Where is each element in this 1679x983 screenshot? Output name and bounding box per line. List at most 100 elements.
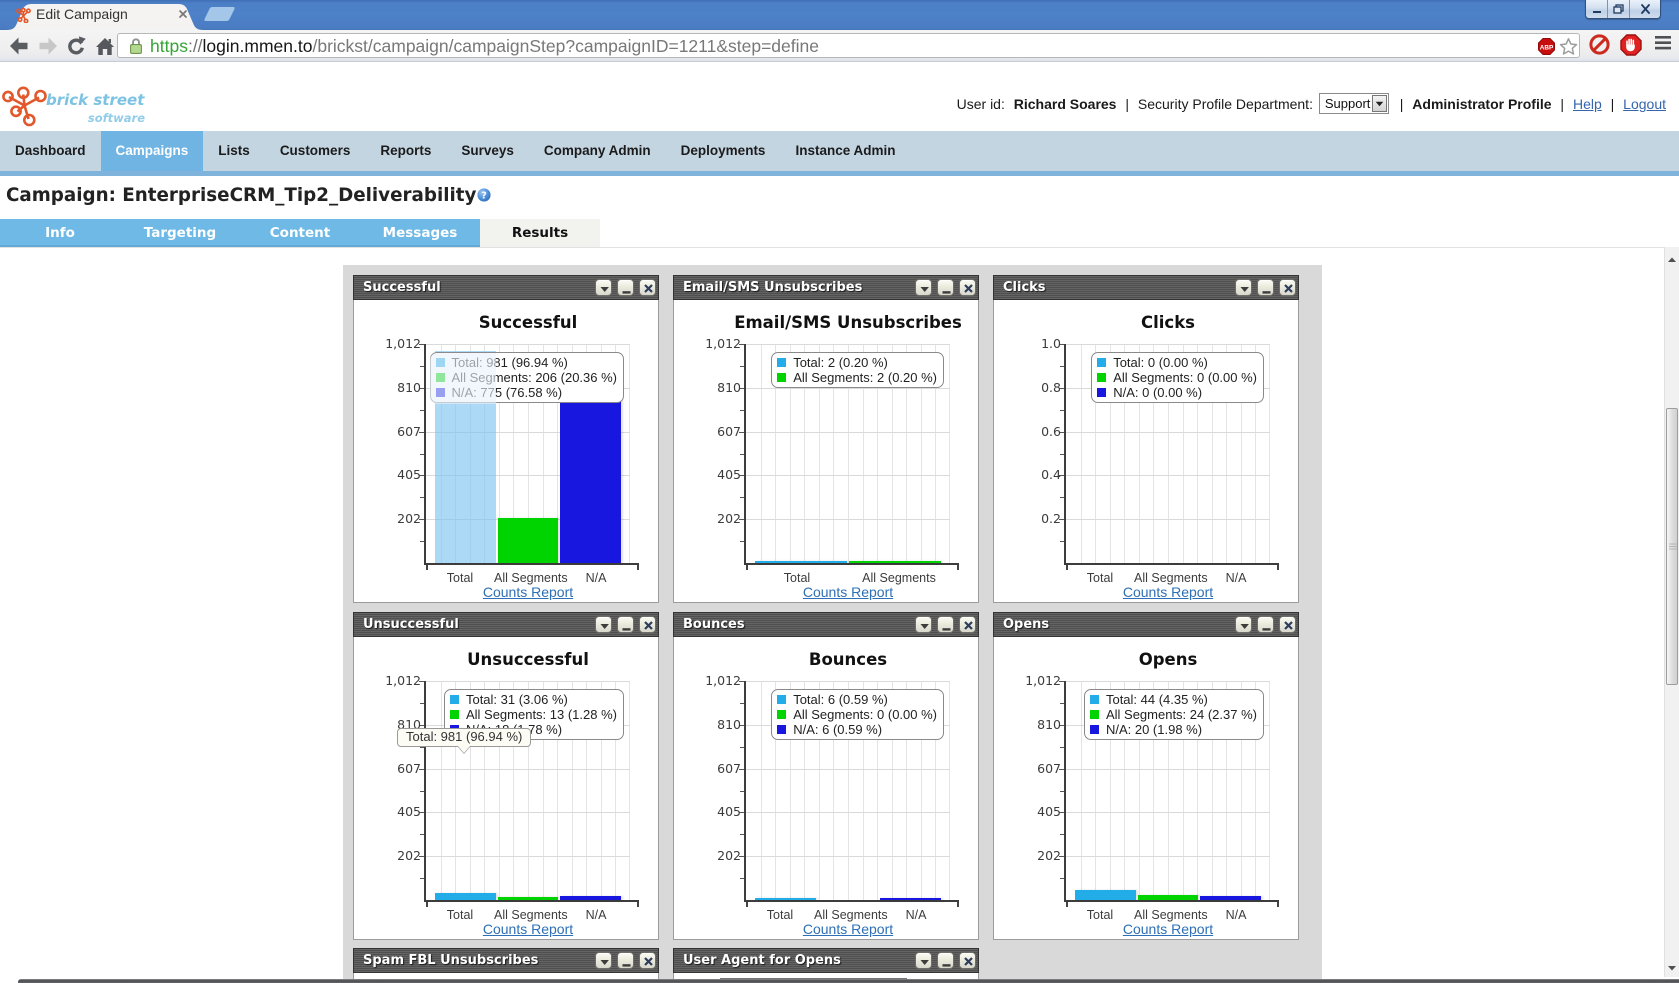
panel-menu-button[interactable] xyxy=(595,952,612,969)
bar-total[interactable] xyxy=(1075,890,1136,900)
counts-report-link[interactable]: Counts Report xyxy=(414,921,642,937)
nav-item-lists[interactable]: Lists xyxy=(203,131,265,176)
forward-button[interactable] xyxy=(35,33,61,59)
bar-total[interactable] xyxy=(755,898,816,900)
bar-total[interactable] xyxy=(755,561,847,563)
panel-titlebar[interactable]: Bounces xyxy=(673,612,979,637)
y-axis-label: 0.8 xyxy=(1003,380,1061,395)
lock-icon[interactable] xyxy=(129,37,143,56)
back-button[interactable] xyxy=(6,33,32,59)
scrollbar-down-arrow[interactable] xyxy=(1667,963,1677,973)
abp-extension-icon[interactable]: ABP xyxy=(1538,38,1555,55)
panel-close-button[interactable] xyxy=(959,952,976,969)
panel-minimize-button[interactable] xyxy=(617,279,634,296)
nav-item-instance-admin[interactable]: Instance Admin xyxy=(780,131,910,176)
help-icon[interactable]: ? xyxy=(477,188,491,202)
y-axis-label: 1,012 xyxy=(683,336,741,351)
bar-total[interactable] xyxy=(435,893,496,900)
panel-titlebar[interactable]: Unsuccessful xyxy=(353,612,659,637)
panel-menu-button[interactable] xyxy=(1235,279,1252,296)
panel-close-button[interactable] xyxy=(639,952,656,969)
panel-menu-button[interactable] xyxy=(915,952,932,969)
panel-minimize-button[interactable] xyxy=(1257,279,1274,296)
counts-report-link[interactable]: Counts Report xyxy=(1054,584,1282,600)
panel-titlebar[interactable]: Email/SMS Unsubscribes xyxy=(673,275,979,300)
panel-close-button[interactable] xyxy=(639,279,656,296)
tab-messages[interactable]: Messages xyxy=(360,219,480,247)
home-button[interactable] xyxy=(92,33,118,59)
menu-icon[interactable] xyxy=(1655,36,1671,50)
panel-close-button[interactable] xyxy=(639,616,656,633)
select-dropdown-button[interactable] xyxy=(1372,95,1387,112)
new-tab-button[interactable] xyxy=(204,7,236,21)
counts-report-link[interactable]: Counts Report xyxy=(734,921,962,937)
panel-minimize-button[interactable] xyxy=(1257,616,1274,633)
nav-item-surveys[interactable]: Surveys xyxy=(446,131,529,176)
panel-menu-button[interactable] xyxy=(595,616,612,633)
nav-item-dashboard[interactable]: Dashboard xyxy=(0,131,101,176)
bar-all-segments[interactable] xyxy=(498,897,559,900)
x-axis-label: All Segments xyxy=(848,571,950,585)
content-scrollbar[interactable] xyxy=(1664,247,1679,977)
bar-n-a[interactable] xyxy=(880,898,941,900)
panel-menu-button[interactable] xyxy=(915,616,932,633)
window-controls xyxy=(1585,0,1661,19)
tab-close-icon[interactable] xyxy=(176,7,190,21)
bar-n-a[interactable] xyxy=(1200,896,1261,900)
panel-titlebar[interactable]: Clicks xyxy=(993,275,1299,300)
window-close-button[interactable] xyxy=(1630,0,1660,18)
scrollbar-thumb[interactable] xyxy=(1666,408,1678,685)
window-restore-button[interactable] xyxy=(1608,0,1630,18)
legend-swatch-total xyxy=(1097,358,1106,367)
bookmark-star-icon[interactable] xyxy=(1559,37,1578,56)
department-select[interactable]: Support xyxy=(1319,93,1389,114)
panel-menu-button[interactable] xyxy=(915,279,932,296)
bar-n-a[interactable] xyxy=(560,395,621,563)
counts-report-link[interactable]: Counts Report xyxy=(1054,921,1282,937)
y-axis-label: 405 xyxy=(683,804,741,819)
reload-button[interactable] xyxy=(63,33,89,59)
help-link[interactable]: Help xyxy=(1573,96,1602,112)
panel-close-button[interactable] xyxy=(1279,616,1296,633)
tab-results[interactable]: Results xyxy=(480,219,600,247)
legend-text: Total: 6 (0.59 %) xyxy=(793,692,888,707)
nav-item-deployments[interactable]: Deployments xyxy=(666,131,781,176)
nav-item-customers[interactable]: Customers xyxy=(265,131,366,176)
panel-titlebar[interactable]: Spam FBL Unsubscribes xyxy=(353,948,659,973)
nav-item-reports[interactable]: Reports xyxy=(365,131,446,176)
panel-titlebar[interactable]: Opens xyxy=(993,612,1299,637)
scrollbar-up-arrow[interactable] xyxy=(1667,255,1677,265)
panel-titlebar[interactable]: User Agent for Opens xyxy=(673,948,979,973)
bar-n-a[interactable] xyxy=(560,896,621,900)
tab-targeting[interactable]: Targeting xyxy=(120,219,240,247)
address-bar[interactable]: https://login.mmen.to/brickst/campaign/c… xyxy=(117,33,1580,58)
panel-close-button[interactable] xyxy=(1279,279,1296,296)
nav-item-company-admin[interactable]: Company Admin xyxy=(529,131,666,176)
stop-hand-extension-icon[interactable] xyxy=(1620,34,1642,56)
block-extension-icon[interactable] xyxy=(1589,34,1610,55)
bar-all-segments[interactable] xyxy=(1138,895,1199,900)
panel-minimize-button[interactable] xyxy=(937,616,954,633)
tab-content[interactable]: Content xyxy=(240,219,360,247)
counts-report-link[interactable]: Counts Report xyxy=(734,584,962,600)
panel-close-button[interactable] xyxy=(959,279,976,296)
panel-menu-button[interactable] xyxy=(1235,616,1252,633)
nav-item-campaigns[interactable]: Campaigns xyxy=(101,131,204,176)
bar-all-segments[interactable] xyxy=(498,518,559,563)
logout-link[interactable]: Logout xyxy=(1623,96,1666,112)
panel-minimize-button[interactable] xyxy=(617,952,634,969)
panel-minimize-button[interactable] xyxy=(617,616,634,633)
x-axis-label: N/A xyxy=(1202,571,1270,585)
panel-minimize-button[interactable] xyxy=(937,952,954,969)
panel-titlebar[interactable]: Successful xyxy=(353,275,659,300)
bar-all-segments[interactable] xyxy=(849,561,941,563)
panel-menu-button[interactable] xyxy=(595,279,612,296)
panel-close-button[interactable] xyxy=(959,616,976,633)
panel-minimize-button[interactable] xyxy=(937,279,954,296)
chart-legend: Total: 44 (4.35 %)All Segments: 24 (2.37… xyxy=(1084,689,1264,740)
panel-title: Clicks xyxy=(1003,280,1046,295)
tab-info[interactable]: Info xyxy=(0,219,120,247)
counts-report-link[interactable]: Counts Report xyxy=(414,584,642,600)
window-minimize-button[interactable] xyxy=(1586,0,1608,18)
url-text[interactable]: https://login.mmen.to/brickst/campaign/c… xyxy=(150,36,819,57)
